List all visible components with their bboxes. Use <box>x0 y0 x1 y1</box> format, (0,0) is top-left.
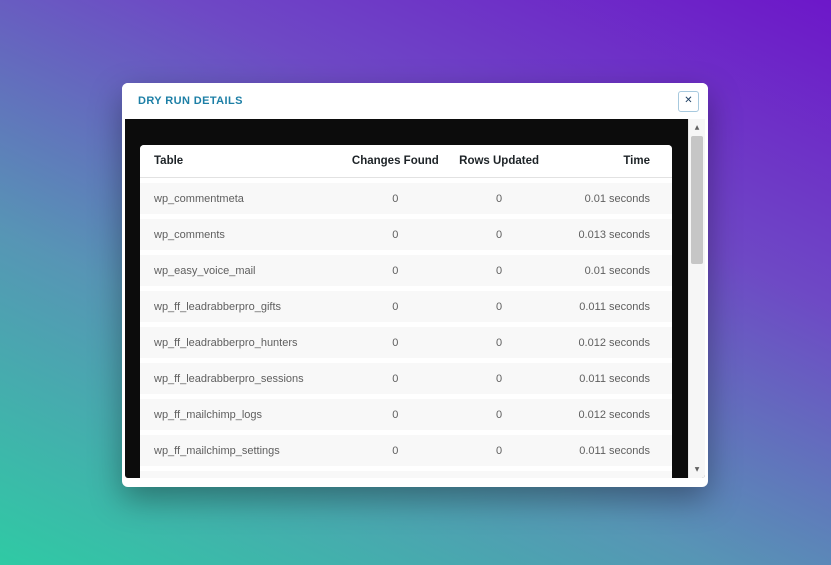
vertical-scrollbar[interactable]: ▲ ▼ <box>688 119 705 478</box>
cell-rows_updated: 0 <box>496 444 503 457</box>
table-body: wp_commentmeta 0 0 0.01 seconds wp_comments 0… <box>140 183 672 478</box>
modal-title: DRY RUN DETAILS <box>138 95 243 107</box>
dry-run-details-modal: DRY RUN DETAILS ✕ Table Changes Found Ro… <box>122 83 708 487</box>
cell-changes: 0 <box>392 444 399 457</box>
table-row-partial <box>140 471 672 478</box>
cell-time: 0.013 seconds <box>578 228 650 241</box>
cell-time: 0.011 seconds <box>579 300 650 313</box>
scrollbar-thumb[interactable] <box>691 136 703 264</box>
cell-time: 0.01 seconds <box>584 264 650 277</box>
table-row: wp_ff_mailchimp_settings 0 0 0.011 seconds <box>140 435 672 466</box>
cell-rows_updated: 0 <box>496 336 503 349</box>
table-row: wp_commentmeta 0 0 0.01 seconds <box>140 183 672 214</box>
cell-rows_updated: 0 <box>496 228 503 241</box>
cell-rows_updated: 0 <box>496 300 503 313</box>
scroll-down-icon[interactable]: ▼ <box>689 463 705 476</box>
table-row: wp_ff_leadrabberpro_sessions 0 0 0.011 seco… <box>140 363 672 394</box>
cell-changes: 0 <box>392 372 399 385</box>
cell-name: wp_ff_mailchimp_settings <box>154 444 280 457</box>
cell-name: wp_comments <box>154 228 225 241</box>
cell-name: wp_commentmeta <box>154 192 244 205</box>
cell-time: 0.011 seconds <box>579 372 650 385</box>
cell-name: wp_ff_leadrabberpro_gifts <box>154 300 281 313</box>
gradient-background: { "colors": { "accent": "#1d7fa6", "grad… <box>0 0 831 565</box>
modal-header: DRY RUN DETAILS ✕ <box>122 83 708 119</box>
cell-changes: 0 <box>392 336 399 349</box>
cell-rows_updated: 0 <box>496 264 503 277</box>
cell-name: wp_ff_leadrabberpro_sessions <box>154 372 304 385</box>
cell-time: 0.012 seconds <box>578 408 650 421</box>
cell-name: wp_ff_mailchimp_logs <box>154 408 263 421</box>
cell-changes: 0 <box>392 300 399 313</box>
scroll-up-icon[interactable]: ▲ <box>689 121 705 134</box>
table-row: wp_ff_mailchimp_logs 0 0 0.012 seconds <box>140 399 672 430</box>
cell-changes: 0 <box>392 264 399 277</box>
cell-rows_updated: 0 <box>496 372 503 385</box>
table-header-row: Table Changes Found Rows Updated Time <box>140 145 672 178</box>
cell-changes: 0 <box>392 192 399 205</box>
table-row: wp_ff_leadrabberpro_gifts 0 0 0.011 seconds <box>140 291 672 322</box>
table-row: wp_easy_voice_mail 0 0 0.01 seconds <box>140 255 672 286</box>
close-icon: ✕ <box>684 95 693 106</box>
table-row: wp_comments 0 0 0.013 seconds <box>140 219 672 250</box>
column-header-changes-found: Changes Found <box>351 155 439 167</box>
cell-time: 0.012 seconds <box>578 336 650 349</box>
table-row: wp_ff_leadrabberpro_hunters 0 0 0.012 secon… <box>140 327 672 358</box>
close-button[interactable]: ✕ <box>678 90 699 112</box>
cell-time: 0.01 seconds <box>584 192 650 205</box>
cell-name: wp_ff_leadrabberpro_hunters <box>154 336 298 349</box>
cell-rows_updated: 0 <box>496 408 503 421</box>
cell-time: 0.011 seconds <box>579 444 650 457</box>
dry-run-table: Table Changes Found Rows Updated Time wp… <box>140 145 672 478</box>
column-header-rows-updated: Rows Updated <box>459 155 540 167</box>
cell-changes: 0 <box>392 408 399 421</box>
cell-rows_updated: 0 <box>496 192 503 205</box>
cell-changes: 0 <box>392 228 399 241</box>
modal-body: Table Changes Found Rows Updated Time wp… <box>125 119 705 478</box>
cell-name: wp_easy_voice_mail <box>154 264 256 277</box>
column-header-time: Time <box>623 155 650 167</box>
column-header-table: Table <box>154 155 184 167</box>
